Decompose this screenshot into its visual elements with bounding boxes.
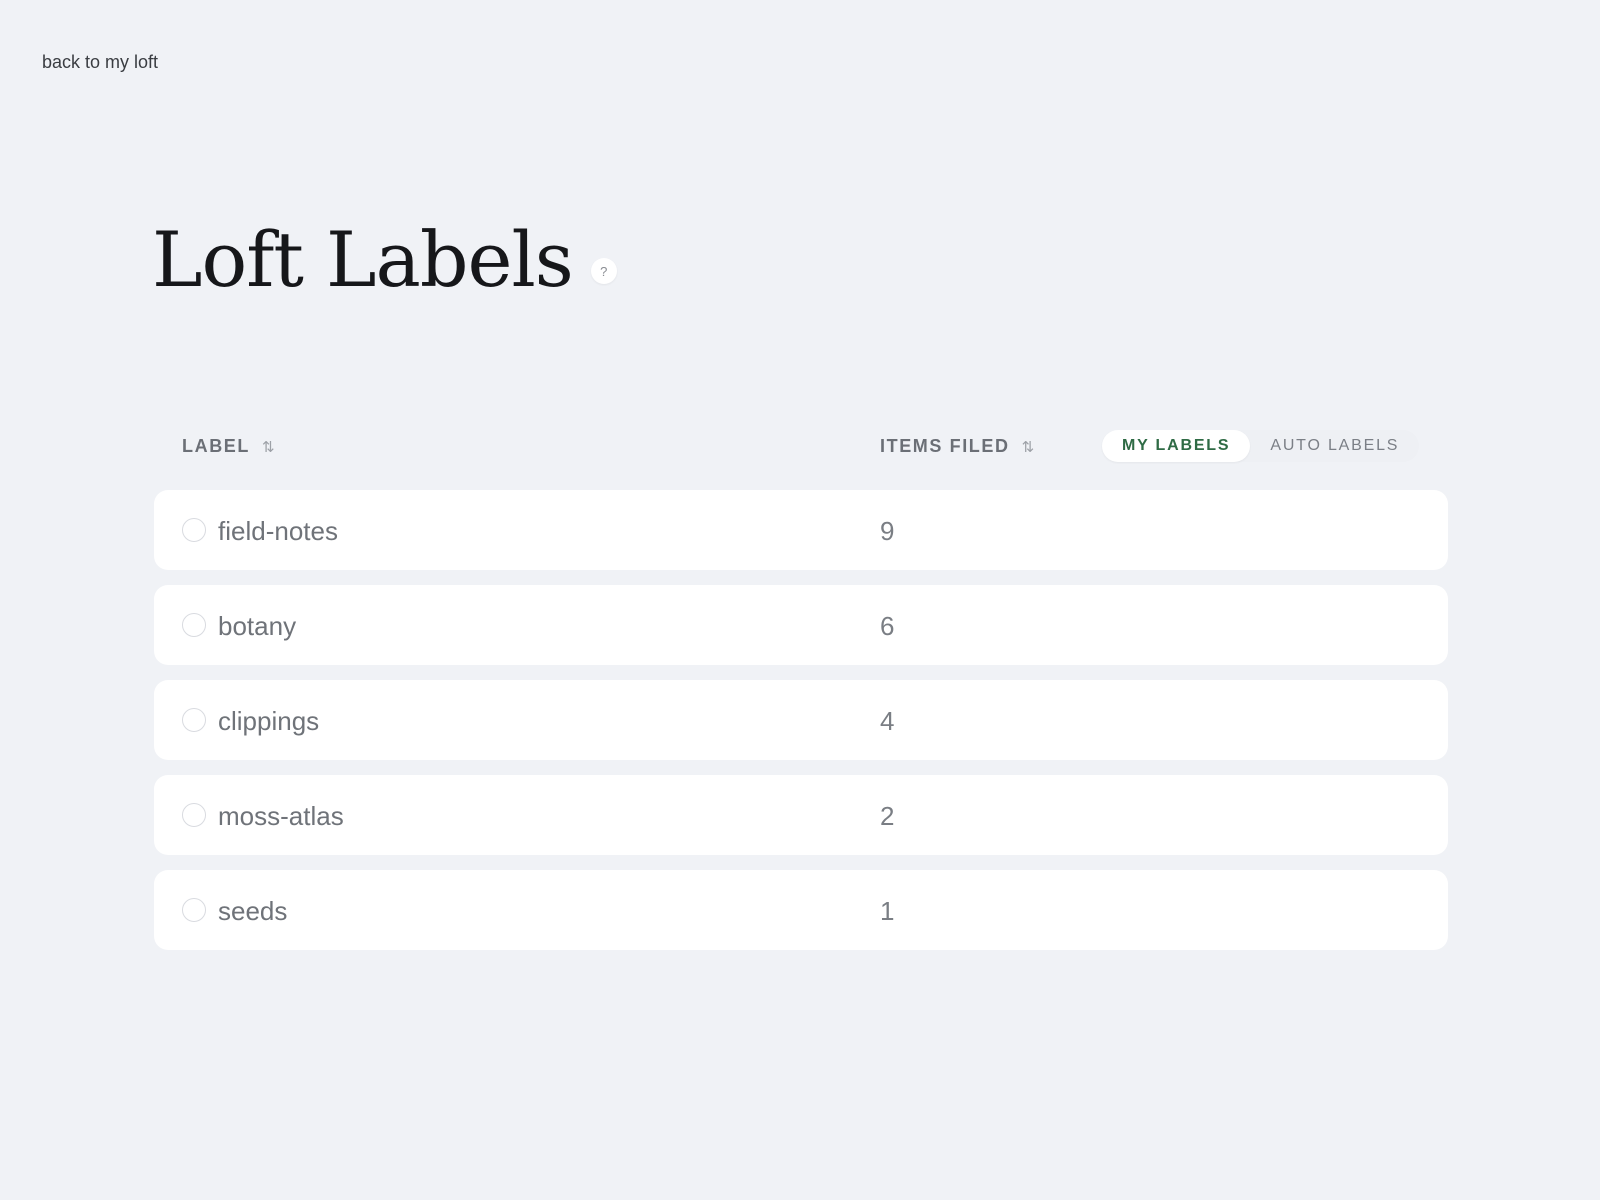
- items-filed-column-header[interactable]: ITEMS FILED ⇅: [880, 436, 1034, 457]
- items-filed-column-title: ITEMS FILED: [880, 436, 1010, 456]
- items-filed-count: 4: [880, 706, 895, 736]
- label-type-toggle: MY LABELS AUTO LABELS: [1102, 430, 1420, 462]
- title-row: Loft Labels ?: [152, 222, 617, 298]
- label-name: field-notes: [218, 516, 338, 546]
- items-filed-count: 1: [880, 896, 895, 926]
- tab-my-labels[interactable]: MY LABELS: [1102, 430, 1251, 462]
- table-header: LABEL ⇅ ITEMS FILED ⇅ MY LABELS AUTO LAB…: [152, 428, 1446, 464]
- help-icon[interactable]: ?: [590, 258, 617, 284]
- table-row[interactable]: field-notes 9: [154, 490, 1448, 570]
- tab-auto-labels[interactable]: AUTO LABELS: [1250, 430, 1419, 462]
- label-name: seeds: [218, 896, 288, 926]
- items-filed-count: 2: [880, 801, 895, 831]
- label-name: clippings: [218, 706, 320, 736]
- radio-circle-icon[interactable]: [182, 518, 206, 542]
- items-filed-count: 6: [880, 611, 895, 641]
- radio-circle-icon[interactable]: [182, 613, 206, 637]
- table-row[interactable]: botany 6: [154, 585, 1448, 665]
- label-name: moss-atlas: [218, 801, 344, 831]
- label-name: botany: [218, 611, 297, 641]
- table-row[interactable]: moss-atlas 2: [154, 775, 1448, 855]
- back-to-loft-link[interactable]: back to my loft: [42, 52, 158, 73]
- label-column-header[interactable]: LABEL ⇅: [182, 436, 274, 457]
- sort-icon[interactable]: ⇅: [1022, 438, 1034, 456]
- page-title: Loft Labels: [152, 215, 574, 304]
- items-filed-count: 9: [880, 516, 895, 546]
- table-row[interactable]: seeds 1: [154, 870, 1448, 950]
- radio-circle-icon[interactable]: [182, 898, 206, 922]
- sort-icon[interactable]: ⇅: [262, 438, 274, 456]
- radio-circle-icon[interactable]: [182, 708, 206, 732]
- radio-circle-icon[interactable]: [182, 803, 206, 827]
- label-column-title: LABEL: [182, 436, 250, 456]
- table-row[interactable]: clippings 4: [154, 680, 1448, 760]
- labels-list: field-notes 9 botany 6 clippings 4 moss-…: [154, 490, 1448, 965]
